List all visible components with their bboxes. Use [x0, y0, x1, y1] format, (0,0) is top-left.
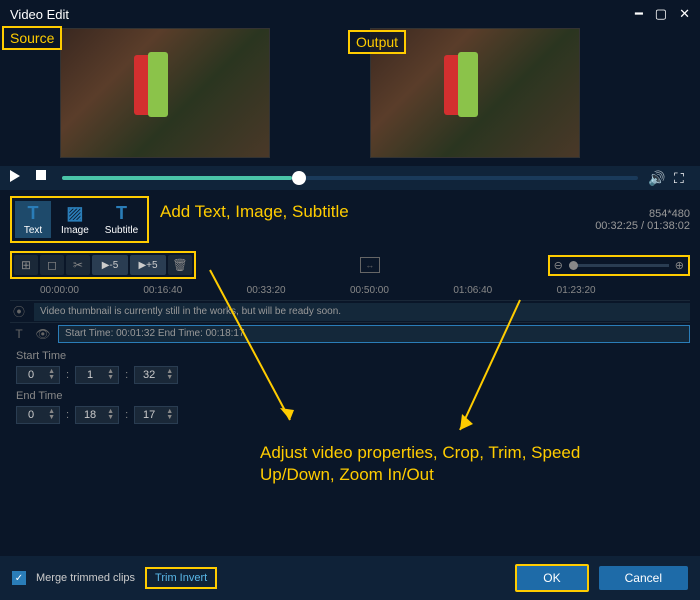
spinner-arrows[interactable]: ▲▼	[48, 369, 55, 381]
image-tool[interactable]: ▨ Image	[55, 201, 95, 238]
timeline-ruler: 00:00:00 00:16:40 00:33:20 00:50:00 01:0…	[0, 281, 700, 300]
text-tool-label: Text	[24, 225, 42, 236]
end-sec-input[interactable]	[139, 409, 159, 421]
fullscreen-icon[interactable]: ⛶	[674, 170, 690, 186]
window-controls: ━ ▢ ✕	[635, 6, 690, 22]
start-time-spinners: ▲▼ : ▲▼ : ▲▼	[16, 366, 684, 384]
end-time-spinners: ▲▼ : ▲▼ : ▲▼	[16, 406, 684, 424]
resolution-text: 854*480	[595, 208, 690, 220]
zoom-group: ⊖ ⊕	[548, 255, 690, 276]
annotation-adjust: Adjust video properties, Crop, Trim, Spe…	[260, 442, 590, 486]
clip-track[interactable]: T 👁 Start Time: 00:01:32 End Time: 00:18…	[10, 322, 690, 344]
source-preview	[60, 28, 270, 158]
timeline-tracks: ⦿ Video thumbnail is currently still in …	[0, 300, 700, 344]
spinner-arrows[interactable]: ▲▼	[166, 369, 173, 381]
playback-bar: 🔊 ⛶	[0, 166, 700, 190]
spinner-arrows[interactable]: ▲▼	[48, 409, 55, 421]
play-button[interactable]	[10, 170, 26, 186]
start-hour-input[interactable]	[21, 369, 41, 381]
speed-up-button[interactable]: ▶+5	[130, 255, 166, 275]
timecode-text: 00:32:25 / 01:38:02	[595, 220, 690, 232]
subtitle-tool-label: Subtitle	[105, 225, 138, 236]
zoom-in-icon[interactable]: ⊕	[675, 259, 684, 272]
subtitle-tool[interactable]: T Subtitle	[99, 201, 144, 238]
end-time-label: End Time	[16, 390, 684, 402]
titlebar: Video Edit ━ ▢ ✕	[0, 0, 700, 28]
annotation-add-overlay: Add Text, Image, Subtitle	[160, 202, 349, 222]
trim-button[interactable]: ✂	[66, 255, 90, 275]
ok-button[interactable]: OK	[515, 564, 588, 592]
maximize-button[interactable]: ▢	[655, 6, 667, 22]
zoom-thumb[interactable]	[569, 261, 578, 270]
start-hour-spinner[interactable]: ▲▼	[16, 366, 60, 384]
fit-view-button[interactable]: ↔	[360, 257, 380, 273]
cancel-button[interactable]: Cancel	[599, 566, 688, 590]
stop-icon	[36, 170, 46, 180]
progress-slider[interactable]	[62, 176, 638, 180]
clip-track-icon: T	[10, 327, 28, 341]
text-tool[interactable]: T Text	[15, 201, 51, 238]
time-fields: Start Time ▲▼ : ▲▼ : ▲▼ End Time ▲▼ : ▲▼…	[0, 344, 700, 436]
end-time-group: End Time ▲▼ : ▲▼ : ▲▼	[16, 390, 684, 424]
close-button[interactable]: ✕	[679, 6, 690, 22]
tick: 00:16:40	[143, 285, 246, 296]
clip-track-content: Start Time: 00:01:32 End Time: 00:18:17	[58, 325, 690, 343]
properties-button[interactable]: ⊞	[14, 255, 38, 275]
visibility-icon[interactable]: 👁	[34, 327, 52, 341]
spinner-arrows[interactable]: ▲▼	[107, 409, 114, 421]
speed-down-button[interactable]: ▶-5	[92, 255, 128, 275]
resolution-info: 854*480 00:32:25 / 01:38:02	[595, 208, 690, 232]
source-label-annotation: Source	[2, 26, 62, 50]
zoom-out-icon[interactable]: ⊖	[554, 259, 563, 272]
progress-thumb[interactable]	[292, 171, 306, 185]
tick: 01:06:40	[453, 285, 556, 296]
end-hour-spinner[interactable]: ▲▼	[16, 406, 60, 424]
bottom-bar: ✓ Merge trimmed clips Trim Invert OK Can…	[0, 556, 700, 600]
start-min-input[interactable]	[80, 369, 100, 381]
subtitle-icon: T	[109, 203, 133, 223]
colon: :	[125, 369, 128, 381]
stop-button[interactable]	[36, 170, 52, 186]
start-min-spinner[interactable]: ▲▼	[75, 366, 119, 384]
start-sec-input[interactable]	[139, 369, 159, 381]
window-title: Video Edit	[10, 7, 69, 22]
image-icon: ▨	[63, 203, 87, 223]
tick: 00:00:00	[40, 285, 143, 296]
edit-tool-group: ⊞ ◻ ✂ ▶-5 ▶+5 🗑	[10, 251, 196, 279]
overlay-tool-group: T Text ▨ Image T Subtitle	[10, 196, 149, 243]
colon: :	[66, 409, 69, 421]
play-icon	[10, 170, 20, 182]
colon: :	[66, 369, 69, 381]
spinner-arrows[interactable]: ▲▼	[107, 369, 114, 381]
edit-toolbar: ⊞ ◻ ✂ ▶-5 ▶+5 🗑 ↔ ⊖ ⊕	[0, 249, 700, 281]
trim-invert-button[interactable]: Trim Invert	[145, 567, 217, 589]
colon: :	[125, 409, 128, 421]
volume-icon[interactable]: 🔊	[648, 170, 664, 186]
end-min-spinner[interactable]: ▲▼	[75, 406, 119, 424]
start-sec-spinner[interactable]: ▲▼	[134, 366, 178, 384]
crop-button[interactable]: ◻	[40, 255, 64, 275]
progress-fill	[62, 176, 292, 180]
video-track-content: Video thumbnail is currently still in th…	[34, 303, 690, 321]
merge-clips-label: Merge trimmed clips	[36, 572, 135, 584]
end-sec-spinner[interactable]: ▲▼	[134, 406, 178, 424]
tool-row: T Text ▨ Image T Subtitle Add Text, Imag…	[0, 190, 700, 249]
start-time-label: Start Time	[16, 350, 684, 362]
tick: 00:33:20	[247, 285, 350, 296]
image-tool-label: Image	[61, 225, 89, 236]
spinner-arrows[interactable]: ▲▼	[166, 409, 173, 421]
end-min-input[interactable]	[80, 409, 100, 421]
output-label-annotation: Output	[348, 30, 406, 54]
zoom-slider[interactable]	[569, 264, 669, 267]
text-icon: T	[21, 203, 45, 223]
merge-clips-checkbox[interactable]: ✓	[12, 571, 26, 585]
video-track-icon: ⦿	[10, 303, 28, 320]
delete-button[interactable]: 🗑	[168, 255, 192, 275]
end-hour-input[interactable]	[21, 409, 41, 421]
minimize-button[interactable]: ━	[635, 6, 643, 22]
tick: 01:23:20	[557, 285, 660, 296]
tick: 00:50:00	[350, 285, 453, 296]
start-time-group: Start Time ▲▼ : ▲▼ : ▲▼	[16, 350, 684, 384]
video-track[interactable]: ⦿ Video thumbnail is currently still in …	[10, 300, 690, 322]
